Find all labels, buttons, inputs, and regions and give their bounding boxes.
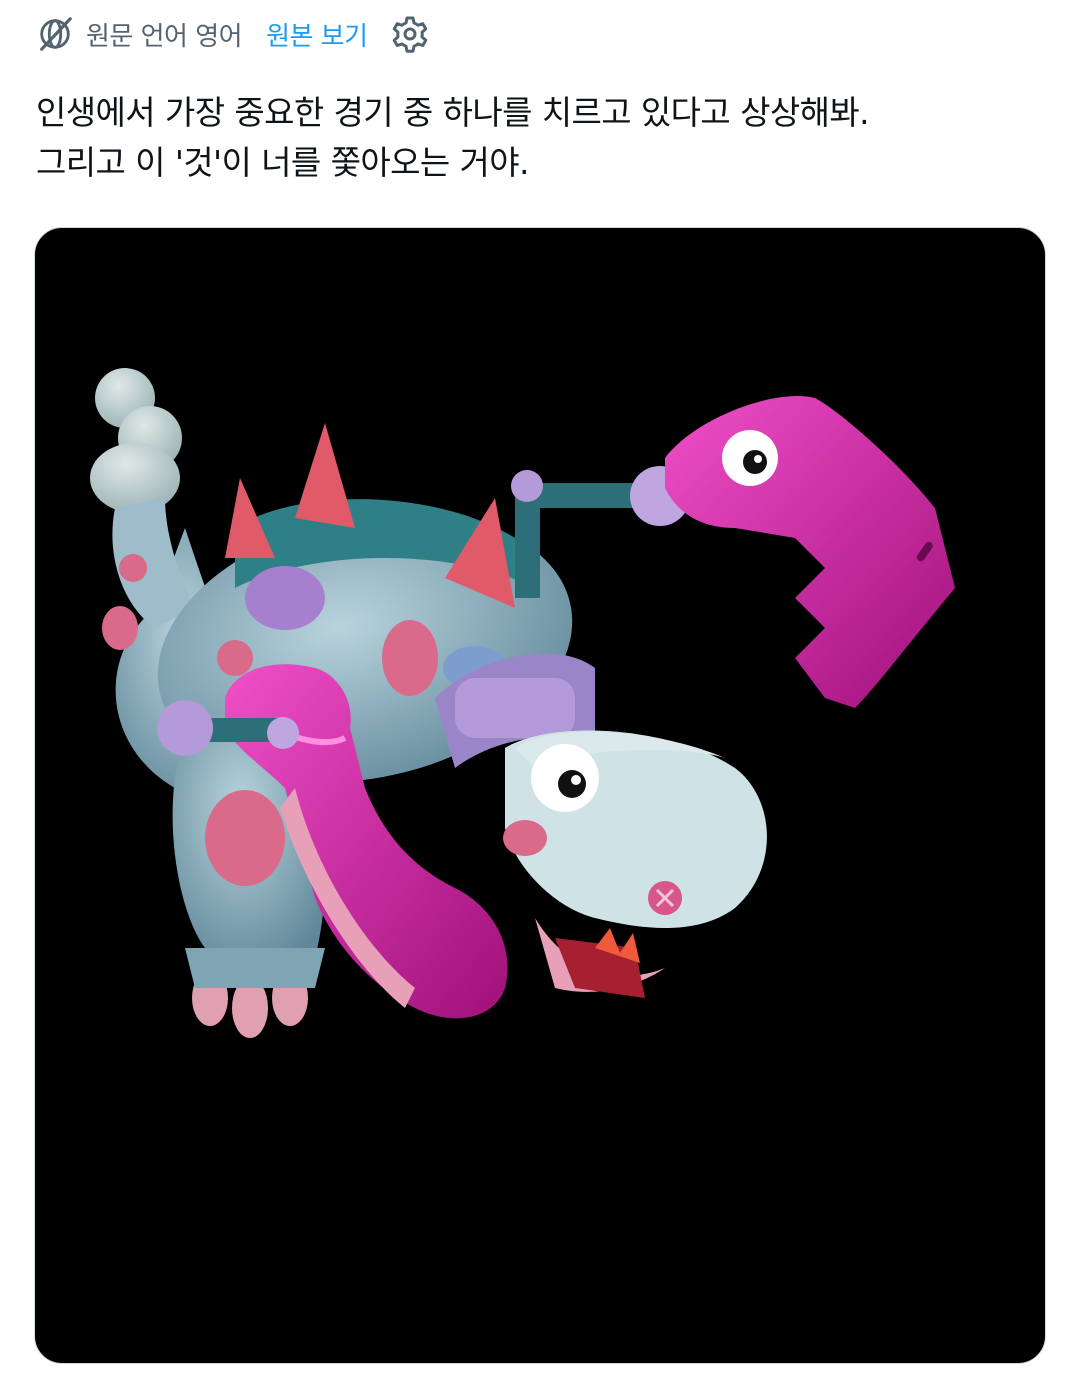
gear-icon[interactable] <box>390 14 430 54</box>
tweet-line: 인생에서 가장 중요한 경기 중 하나를 치르고 있다고 상상해봐. <box>36 93 870 132</box>
translation-bar: 원문 언어 영어 원본 보기 <box>36 12 430 56</box>
tweet-media-image[interactable] <box>34 227 1046 1364</box>
globe-translate-icon <box>40 17 72 51</box>
view-original-link[interactable]: 원본 보기 <box>266 16 368 53</box>
translated-from-label: 원문 언어 영어 <box>86 21 243 52</box>
tweet-text: 인생에서 가장 중요한 경기 중 하나를 치르고 있다고 상상해봐. 그리고 이… <box>36 88 1046 188</box>
tweet-line: 그리고 이 '것'이 너를 쫓아오는 거야. <box>36 143 530 182</box>
dinosaur-creature-illustration <box>90 368 955 1038</box>
